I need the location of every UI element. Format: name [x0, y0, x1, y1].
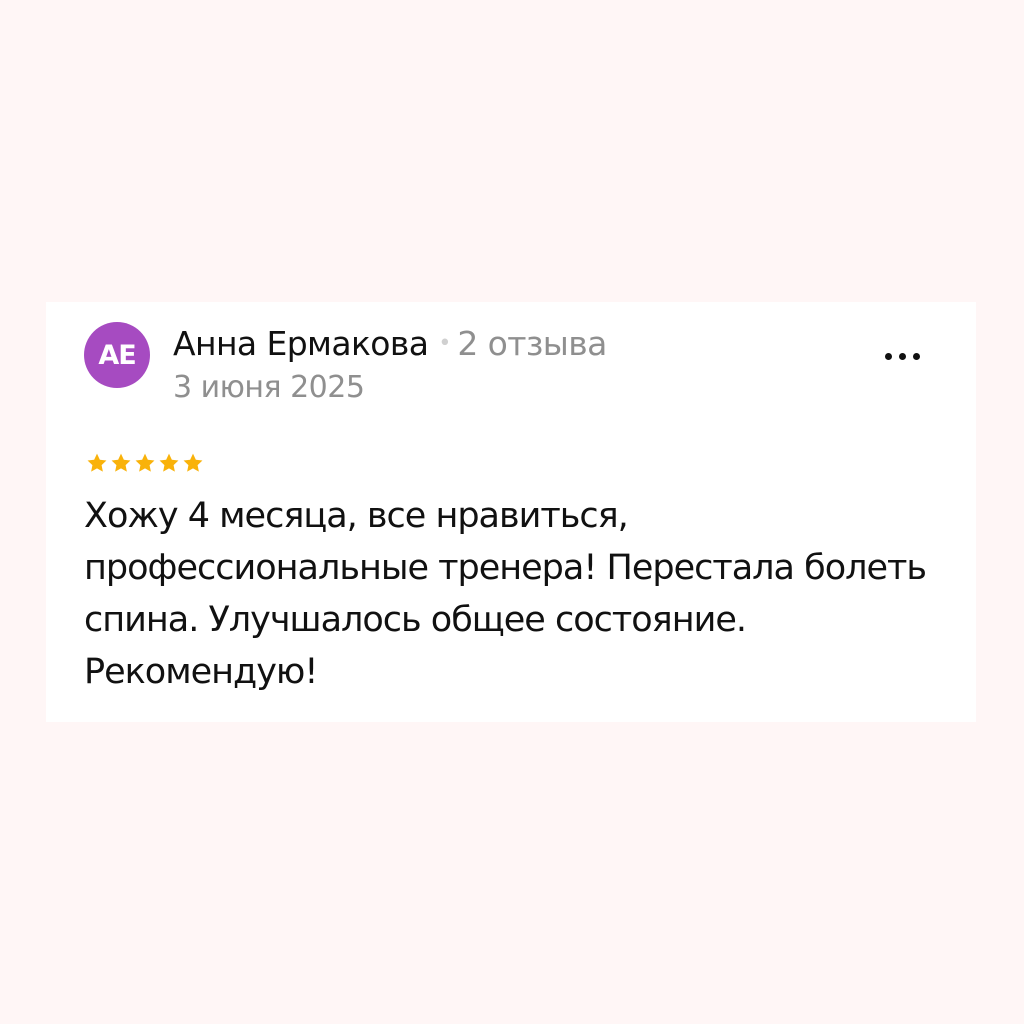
star-icon	[183, 453, 203, 472]
avatar[interactable]: AE	[84, 322, 150, 388]
avatar-initials: AE	[98, 339, 136, 371]
author-name[interactable]: Анна Ермакова	[173, 324, 429, 363]
star-icon	[135, 453, 155, 472]
star-icon	[87, 453, 107, 472]
star-icon	[159, 453, 179, 472]
review-date: 3 июня 2025	[173, 370, 365, 405]
star-rating	[86, 452, 204, 474]
review-text: Хожу 4 месяца, все нравиться, профессион…	[84, 496, 927, 692]
more-dots-icon	[912, 352, 920, 360]
author-review-count: 2 отзыва	[457, 324, 607, 363]
more-dots-icon	[884, 352, 892, 360]
review-card: AE Анна Ермакова • 2 отзыва 3 июня 2025 …	[46, 302, 976, 722]
more-options-button[interactable]	[874, 336, 930, 376]
review-header: Анна Ермакова • 2 отзыва	[173, 324, 607, 363]
more-dots-icon	[898, 352, 906, 360]
star-icon	[111, 453, 131, 472]
separator-dot: •	[438, 331, 452, 356]
